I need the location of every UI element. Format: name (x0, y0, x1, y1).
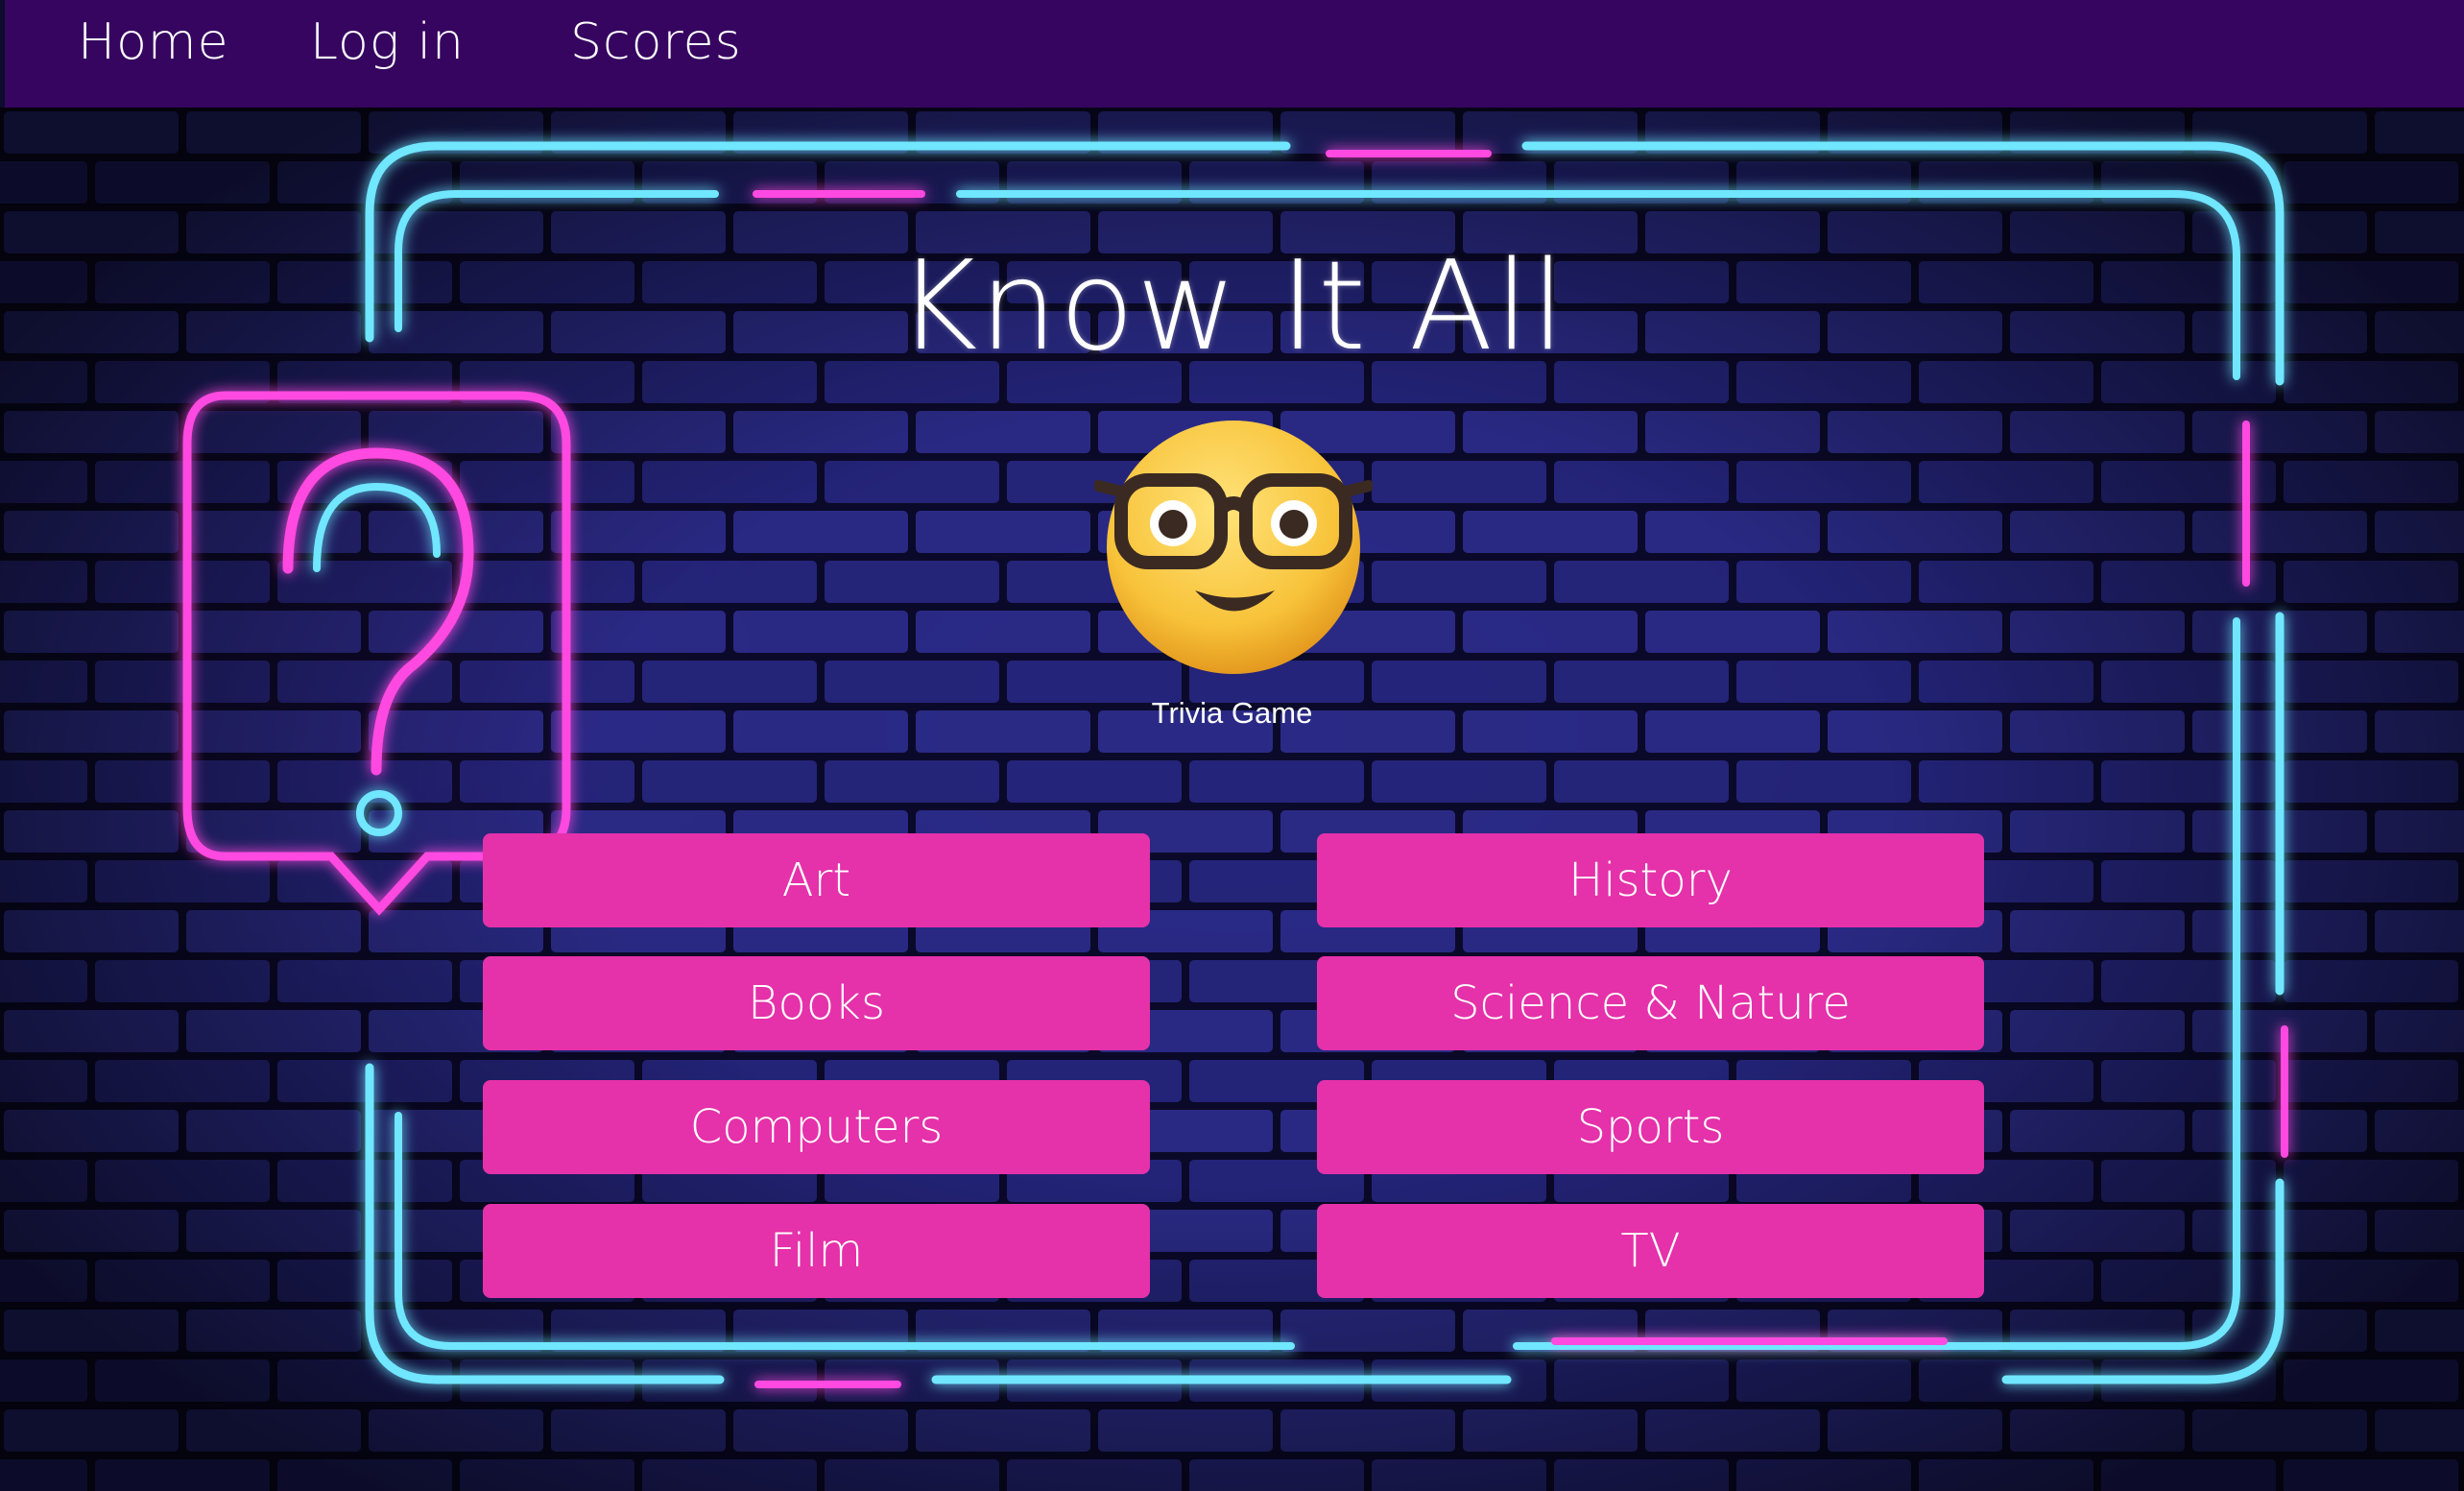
category-history-button[interactable]: History (1317, 833, 1984, 927)
category-film-button[interactable]: Film (483, 1204, 1150, 1298)
category-science-nature-button[interactable]: Science & Nature (1317, 956, 1984, 1050)
top-navbar: Home Log in Scores (5, 0, 2464, 108)
category-books-button[interactable]: Books (483, 956, 1150, 1050)
nav-login-link[interactable]: Log in (310, 13, 465, 71)
nerd-face-emoji-icon (1094, 421, 1373, 674)
category-computers-button[interactable]: Computers (483, 1080, 1150, 1174)
nav-scores-link[interactable]: Scores (570, 13, 742, 71)
category-art-button[interactable]: Art (483, 833, 1150, 927)
page-title: Know It All (897, 235, 1567, 378)
category-sports-button[interactable]: Sports (1317, 1080, 1984, 1174)
nav-home-link[interactable]: Home (78, 13, 229, 71)
page-subtitle: Trivia Game (1151, 696, 1313, 730)
category-tv-button[interactable]: TV (1317, 1204, 1984, 1298)
